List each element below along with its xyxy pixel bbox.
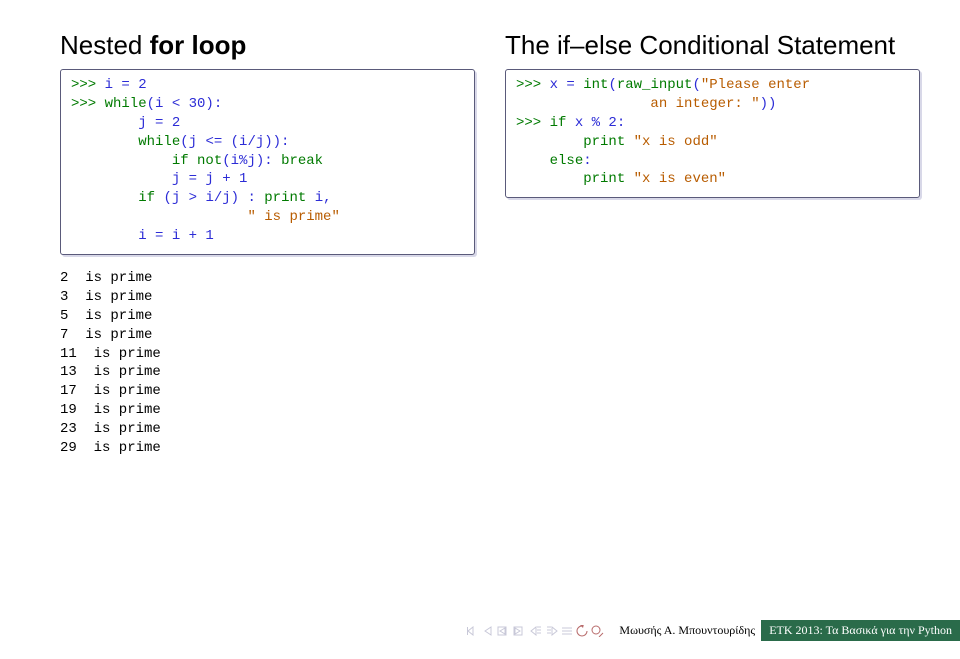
nav-search-icon[interactable]	[591, 625, 605, 637]
right-column: The if–else Conditional Statement >>> x …	[505, 30, 920, 458]
left-code-box: >>> i = 2 >>> while(i < 30): j = 2 while…	[60, 69, 475, 255]
nav-first-icon[interactable]	[467, 626, 481, 636]
left-output: 2 is prime 3 is prime 5 is prime 7 is pr…	[60, 269, 475, 458]
footer-title: ΕΤΚ 2013: Τα Βασικά για την Python	[761, 620, 960, 641]
nav-section-next-icon[interactable]	[513, 626, 527, 636]
right-heading: The if–else Conditional Statement	[505, 30, 920, 61]
left-heading: Nested for loop	[60, 30, 475, 61]
nav-sub-next-icon[interactable]	[545, 626, 559, 636]
columns: Nested for loop >>> i = 2 >>> while(i < …	[60, 30, 920, 458]
slide-page: Nested for loop >>> i = 2 >>> while(i < …	[0, 0, 960, 659]
nav-section-prev-icon[interactable]	[497, 626, 511, 636]
nav-back-icon[interactable]	[575, 625, 589, 637]
right-code-box: >>> x = int(raw_input("Please enter an i…	[505, 69, 920, 198]
nav-sub-prev-icon[interactable]	[529, 626, 543, 636]
beamer-nav	[467, 625, 605, 637]
left-column: Nested for loop >>> i = 2 >>> while(i < …	[60, 30, 475, 458]
footer-author: Μωυσής Α. Μπουντουρίδης	[613, 623, 761, 638]
footer: Μωυσής Α. Μπουντουρίδης ΕΤΚ 2013: Τα Βασ…	[0, 620, 960, 641]
nav-menu-icon[interactable]	[561, 626, 573, 636]
nav-prev-icon[interactable]	[483, 626, 495, 636]
